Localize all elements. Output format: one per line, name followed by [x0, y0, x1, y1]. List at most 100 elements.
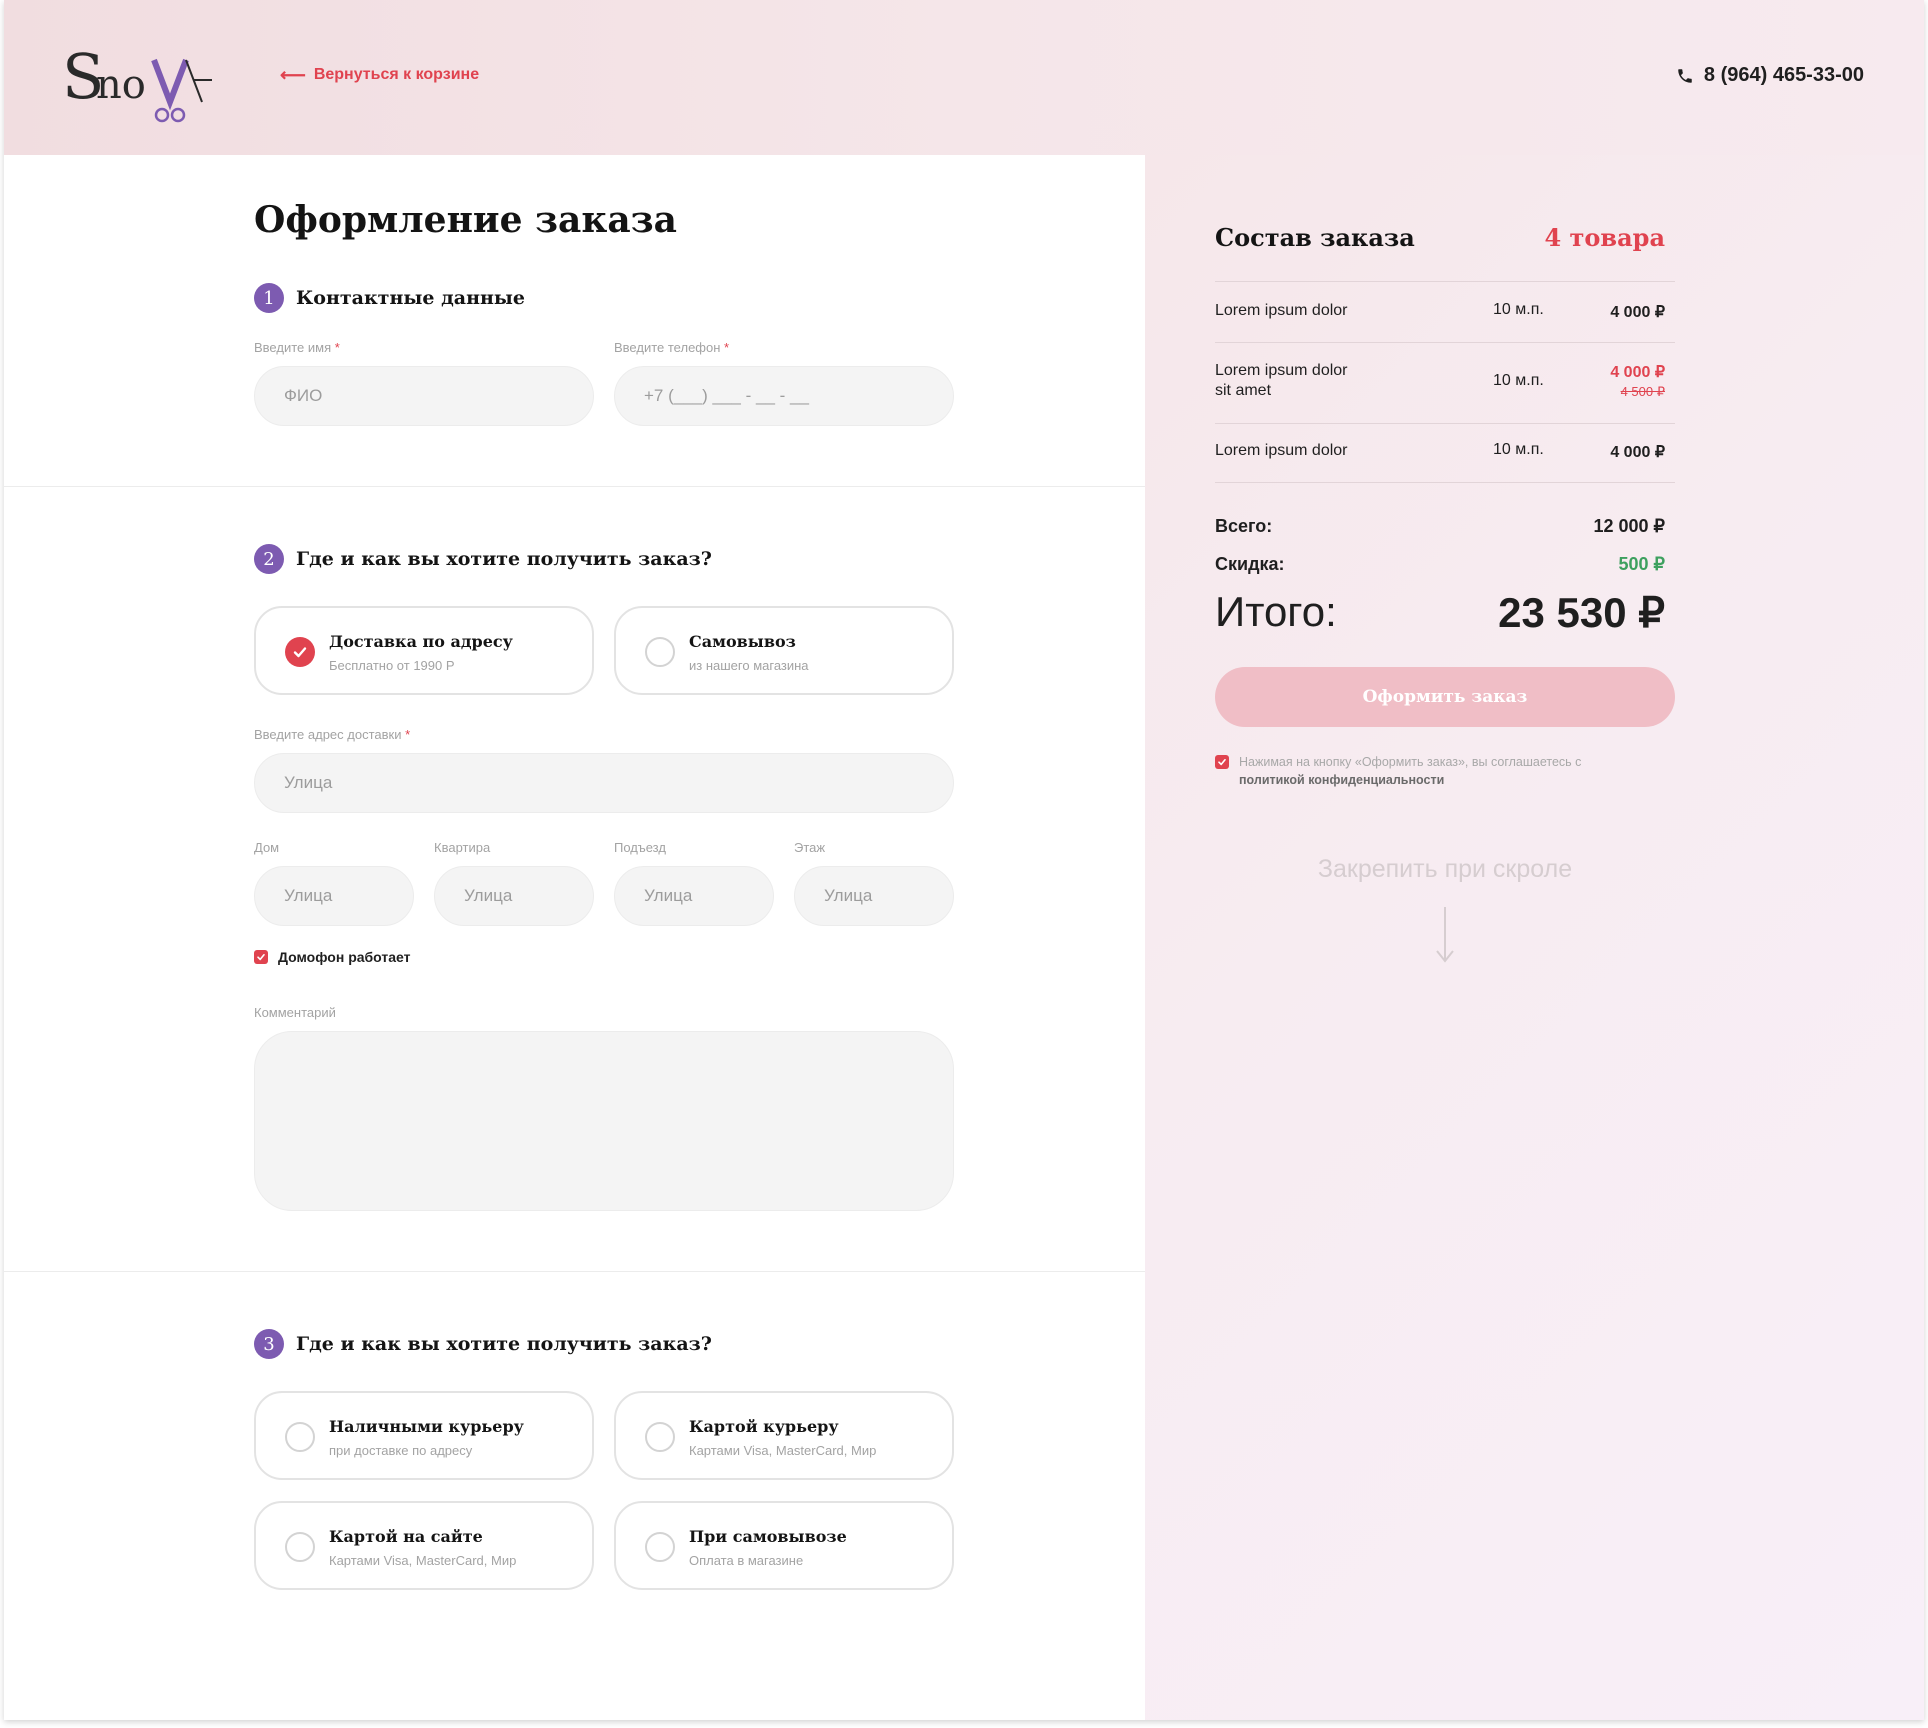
summary-divider: [1215, 482, 1675, 483]
logo[interactable]: S no: [62, 30, 222, 125]
discount-value: 500 ₽: [1618, 554, 1666, 574]
option-subtitle: Бесплатно от 1990 Р: [329, 658, 455, 673]
item-price: 4 000 ₽: [1610, 444, 1665, 461]
item-old-price: 4 500 ₽: [1620, 384, 1665, 399]
check-icon: [257, 954, 265, 961]
phone-icon: [1678, 68, 1692, 83]
back-to-cart-label: Вернуться к корзине: [313, 66, 480, 83]
back-to-cart-link[interactable]: ⟵ Вернуться к корзине: [280, 66, 479, 84]
phone-placeholder: +7 (___) ___ - __ - __: [644, 386, 809, 405]
entrance-input[interactable]: Улица: [614, 866, 774, 926]
payment-option-card-site[interactable]: Картой на сайте Картами Visa, MasterCard…: [254, 1501, 594, 1590]
phone-contact[interactable]: 8 (964) 465-33-00: [1676, 64, 1864, 87]
option-subtitle: из нашего магазина: [689, 658, 809, 673]
name-placeholder: ФИО: [284, 386, 323, 405]
agree-checkbox[interactable]: [1215, 755, 1229, 769]
radio-checked[interactable]: [285, 637, 315, 667]
section-delivery-heading: 2 Где и как вы хотите получить заказ?: [254, 544, 712, 574]
section-title: Где и как вы хотите получить заказ?: [296, 548, 712, 570]
floor-label: Этаж: [794, 840, 826, 855]
header: S no ⟵ Вернуться к корзине 8 (964) 465-3…: [4, 0, 1924, 155]
section-divider: [4, 1271, 1145, 1272]
comment-textarea[interactable]: [254, 1031, 954, 1211]
radio-unchecked[interactable]: [645, 1422, 675, 1452]
radio-unchecked[interactable]: [645, 1532, 675, 1562]
section-payment-heading: 3 Где и как вы хотите получить заказ?: [254, 1329, 712, 1359]
phone-number: 8 (964) 465-33-00: [1703, 64, 1864, 86]
floor-input[interactable]: Улица: [794, 866, 954, 926]
name-input[interactable]: ФИО: [254, 366, 594, 426]
option-title: Доставка по адресу: [329, 632, 513, 651]
option-title: Самовывоз: [689, 632, 796, 651]
intercom-checkbox[interactable]: Домофон работает: [254, 949, 411, 965]
option-title: Картой на сайте: [329, 1527, 483, 1546]
option-title: Наличными курьеру: [329, 1417, 524, 1436]
summary-item-count: 4 товара: [1544, 223, 1666, 252]
item-price-discounted: 4 000 ₽: [1610, 364, 1665, 381]
radio-unchecked[interactable]: [645, 637, 675, 667]
discount-label: Скидка:: [1215, 554, 1285, 574]
radio-unchecked[interactable]: [285, 1532, 315, 1562]
street-placeholder: Улица: [284, 773, 333, 792]
item-name: Lorem ipsum dolor: [1215, 302, 1348, 319]
section-divider: [4, 486, 1145, 487]
item-name: Lorem ipsum dolor: [1215, 442, 1348, 459]
check-icon: [1218, 759, 1226, 766]
option-subtitle: Оплата в магазине: [689, 1553, 804, 1568]
summary-divider: [1215, 342, 1675, 343]
pin-on-scroll-note: Закрепить при скроле: [1317, 855, 1573, 883]
step-number-3: 3: [254, 1329, 284, 1359]
entrance-label: Подъезд: [614, 840, 666, 855]
grand-total-label: Итого:: [1215, 588, 1337, 635]
checkout-form: Оформление заказа 1 Контактные данные Вв…: [4, 155, 1145, 1720]
privacy-policy-link[interactable]: политикой конфиденциальности: [1239, 773, 1444, 787]
checkbox-checked[interactable]: [254, 950, 268, 964]
option-title: При самовывозе: [689, 1527, 847, 1546]
section-contacts-heading: 1 Контактные данные: [254, 283, 525, 313]
street-input[interactable]: Улица: [254, 753, 954, 813]
option-subtitle: при доставке по адресу: [329, 1443, 473, 1458]
check-icon: [293, 647, 307, 658]
house-input[interactable]: Улица: [254, 866, 414, 926]
item-qty: 10 м.п.: [1493, 441, 1544, 458]
payment-option-card-courier[interactable]: Картой курьеру Картами Visa, MasterCard,…: [614, 1391, 954, 1480]
grand-total-value: 23 530 ₽: [1498, 589, 1665, 636]
arrow-left-icon: ⟵: [280, 65, 306, 85]
section-title: Контактные данные: [296, 287, 526, 309]
total-label: Всего:: [1215, 516, 1273, 536]
phone-label: Введите телефон *: [614, 340, 730, 355]
phone-input[interactable]: +7 (___) ___ - __ - __: [614, 366, 954, 426]
checkout-page: S no ⟵ Вернуться к корзине 8 (964) 465-3…: [4, 0, 1924, 1720]
radio-unchecked[interactable]: [285, 1422, 315, 1452]
logo-text-no: no: [96, 62, 146, 108]
comment-label: Комментарий: [254, 1005, 336, 1020]
option-subtitle: Картами Visa, MasterCard, Мир: [689, 1443, 877, 1458]
step-number-2: 2: [254, 544, 284, 574]
name-label: Введите имя *: [254, 340, 340, 355]
option-subtitle: Картами Visa, MasterCard, Мир: [329, 1553, 517, 1568]
item-price: 4 000 ₽: [1610, 304, 1665, 321]
page-title: Оформление заказа: [254, 199, 677, 241]
delivery-option-pickup[interactable]: Самовывоз из нашего магазина: [614, 606, 954, 695]
item-qty: 10 м.п.: [1493, 301, 1544, 318]
address-label: Введите адрес доставки *: [254, 727, 411, 742]
summary-divider: [1215, 423, 1675, 424]
agree-text: Нажимая на кнопку «Оформить заказ», вы с…: [1239, 755, 1582, 787]
item-qty: 10 м.п.: [1493, 372, 1544, 389]
delivery-option-address[interactable]: Доставка по адресу Бесплатно от 1990 Р: [254, 606, 594, 695]
order-summary: Состав заказа 4 товара Lorem ipsum dolor…: [1145, 155, 1924, 1720]
payment-option-pickup[interactable]: При самовывозе Оплата в магазине: [614, 1501, 954, 1590]
house-label: Дом: [254, 840, 280, 855]
arrow-down-icon: [1436, 907, 1454, 963]
summary-divider: [1215, 281, 1675, 282]
place-order-button[interactable]: Оформить заказ: [1215, 667, 1675, 727]
logo-scissors-icon: [154, 107, 186, 123]
apartment-input[interactable]: Улица: [434, 866, 594, 926]
option-title: Картой курьеру: [689, 1417, 839, 1436]
payment-option-cash-courier[interactable]: Наличными курьеру при доставке по адресу: [254, 1391, 594, 1480]
apartment-label: Квартира: [434, 840, 491, 855]
item-name: Lorem ipsum dolor sit amet: [1215, 362, 1348, 399]
section-title: Где и как вы хотите получить заказ?: [296, 1333, 712, 1355]
intercom-label: Домофон работает: [278, 949, 411, 965]
step-number-1: 1: [254, 283, 284, 313]
